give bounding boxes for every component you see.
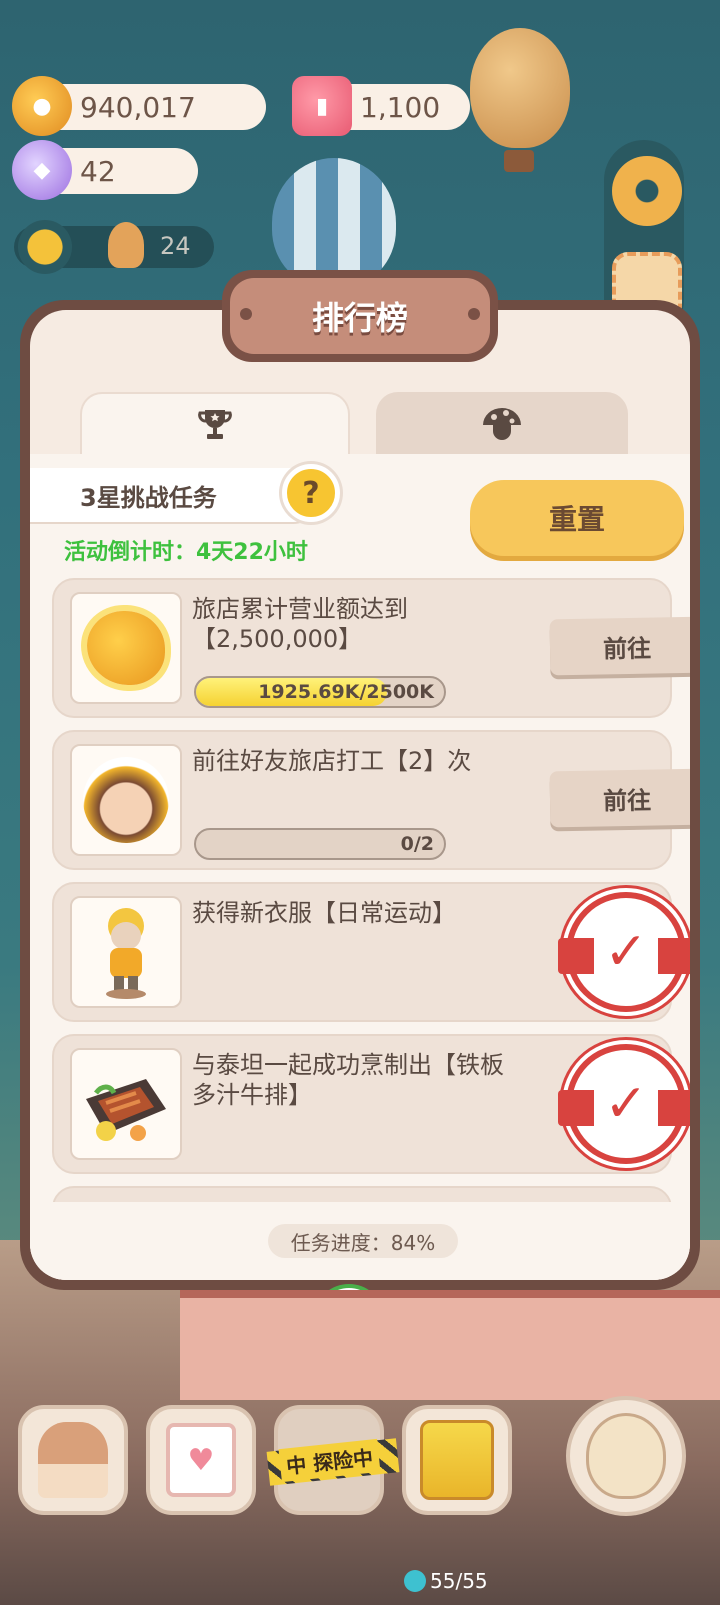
- panel-title-plate: 排行榜: [222, 270, 498, 362]
- character-button[interactable]: [566, 1396, 686, 1516]
- energy-badge: 55/55: [404, 1566, 494, 1596]
- outfit-icon: [70, 896, 182, 1008]
- go-button-label: 前往: [602, 786, 652, 815]
- task-content: 3星挑战任务 ? 活动倒计时：4天22小时 重置 旅店累计营业额达到【2,500…: [30, 454, 690, 1280]
- tab-mushroom[interactable]: [376, 392, 628, 454]
- tab-trophy[interactable]: [80, 392, 350, 454]
- task-description: 旅店累计营业额达到【2,500,000】: [192, 595, 408, 653]
- diary-button[interactable]: ♥: [146, 1405, 256, 1515]
- candy-icon: ◆: [12, 140, 72, 200]
- panel-title: 排行榜: [230, 278, 490, 354]
- candle-counter[interactable]: ▮ 1,100: [292, 76, 470, 136]
- title-rivet: [240, 308, 252, 320]
- completed-stamp-icon: ✓: [558, 1044, 690, 1164]
- task-progress-text: 任务进度：84%: [290, 1230, 436, 1255]
- home-mushroom-button[interactable]: [18, 1405, 128, 1515]
- helper-counter[interactable]: 24: [14, 220, 214, 274]
- task-row: 旅店累计营业额达到【2,500,000】 1925.69K/2500K 前往: [52, 578, 690, 718]
- cookie-reward-icon: [70, 592, 182, 704]
- task-description: 与泰坦一起成功烹制出【铁板多汁牛排】: [192, 1051, 504, 1109]
- check-icon: ✓: [594, 1072, 658, 1136]
- reset-button-label: 重置: [548, 503, 605, 536]
- go-button[interactable]: 前往: [549, 768, 690, 828]
- shop-bag-button[interactable]: [402, 1405, 512, 1515]
- shopping-bag-icon: [420, 1420, 494, 1500]
- candle-icon: ▮: [292, 76, 352, 136]
- candy-count: 42: [80, 154, 116, 188]
- adventure-button[interactable]: 中 探险中: [266, 1405, 400, 1515]
- mushroom-house-icon: [38, 1422, 108, 1498]
- gingerbread-icon: [108, 222, 144, 268]
- task-row: 获得新衣服【日常运动】 ✓: [52, 882, 690, 1022]
- progress-text: 1925.69K/2500K: [258, 681, 434, 703]
- task-row: 前往好友旅店打工【2】次 0/2 前往: [52, 730, 690, 870]
- task-description: 获得新衣服【日常运动】: [192, 899, 456, 927]
- task-description: 前往好友旅店打工【2】次: [192, 747, 472, 775]
- go-button[interactable]: 前往: [549, 616, 690, 676]
- cookie-counter[interactable]: ● 940,017: [12, 76, 266, 136]
- settings-gear-icon[interactable]: [612, 156, 682, 226]
- title-rivet: [468, 308, 480, 320]
- challenge-title: 3星挑战任务: [30, 468, 320, 522]
- task-progress-summary: 任务进度：84%: [268, 1224, 458, 1258]
- task-progress-bar: 0/2: [194, 828, 446, 860]
- hot-air-balloon-icon: [470, 28, 570, 148]
- balloon-basket: [504, 150, 534, 172]
- candle-count: 1,100: [360, 90, 441, 124]
- energy-count: 55/55: [430, 1569, 488, 1593]
- sun-icon: [18, 220, 72, 274]
- go-button-label: 前往: [602, 634, 652, 663]
- panel-body: 3星挑战任务 ? 活动倒计时：4天22小时 重置 旅店累计营业额达到【2,500…: [30, 310, 690, 1280]
- check-icon: ✓: [594, 920, 658, 984]
- striped-balloon-icon: [272, 158, 396, 288]
- task-row: 与泰坦一起成功烹制出【铁板多汁牛排】 ✓: [52, 1034, 690, 1174]
- helper-count: 24: [160, 232, 191, 260]
- mushroom-icon: [483, 408, 521, 440]
- question-icon: ?: [302, 475, 320, 511]
- steak-icon: [70, 1048, 182, 1160]
- help-button[interactable]: ?: [282, 464, 340, 522]
- worker-girl-icon: [70, 744, 182, 856]
- egg-character-icon: [586, 1413, 666, 1499]
- completed-stamp-icon: ✓: [558, 892, 690, 1012]
- notebook-heart-icon: ♥: [166, 1423, 236, 1497]
- challenge-title-text: 3星挑战任务: [80, 483, 217, 512]
- event-countdown: 活动倒计时：4天22小时: [64, 540, 308, 565]
- candy-counter[interactable]: ◆ 42: [12, 140, 198, 200]
- trophy-icon: [198, 410, 232, 439]
- progress-text: 0/2: [400, 833, 434, 855]
- energy-plus-icon: [404, 1570, 426, 1592]
- task-progress-bar: 1925.69K/2500K: [194, 676, 446, 708]
- leaderboard-panel: 3星挑战任务 ? 活动倒计时：4天22小时 重置 旅店累计营业额达到【2,500…: [20, 300, 700, 1290]
- reset-button[interactable]: 重置: [470, 480, 684, 556]
- cookie-icon: ●: [12, 76, 72, 136]
- cookie-count: 940,017: [80, 90, 196, 124]
- shop-building: [180, 1290, 720, 1400]
